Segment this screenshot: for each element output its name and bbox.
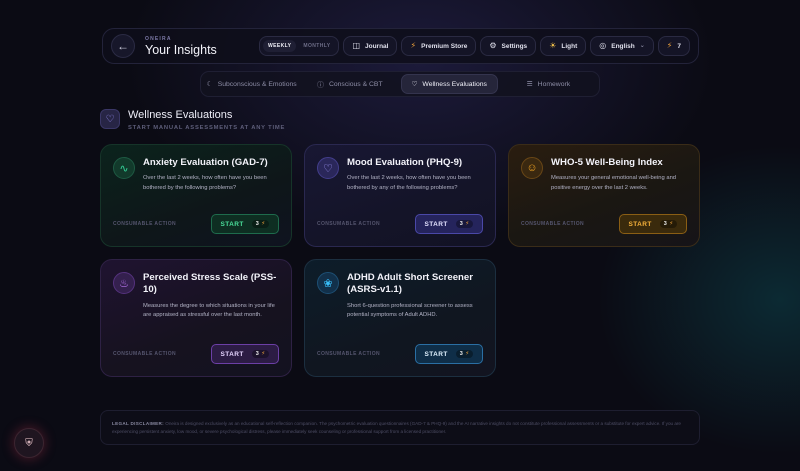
card-description: Over the last 2 weeks, how often have yo…	[143, 175, 267, 191]
top-header: ← ONEIRA Your Insights WEEKLY MONTHLY ◫ …	[102, 28, 699, 64]
start-label: START	[628, 220, 652, 228]
settings-button[interactable]: ⚙ Settings	[480, 36, 537, 56]
consumable-label: CONSUMABLE ACTION	[317, 221, 381, 227]
start-gad7-button[interactable]: START 3 ⚡	[211, 214, 279, 234]
pulse-icon: ∿	[113, 157, 135, 179]
consumable-label: CONSUMABLE ACTION	[317, 351, 381, 357]
card-title: Perceived Stress Scale (PSS-10)	[143, 272, 277, 296]
list-icon: ☰	[526, 81, 533, 88]
page-title: Your Insights	[145, 42, 217, 57]
settings-label: Settings	[501, 42, 528, 50]
bolt-icon: ⚡	[261, 221, 266, 227]
theme-toggle-button[interactable]: ☀ Light	[540, 36, 587, 56]
card-title: WHO-5 Well-Being Index	[551, 157, 663, 168]
cost-badge: 3 ⚡	[455, 220, 474, 228]
tab-subconscious[interactable]: ☾ Subconscious & Emotions	[204, 74, 299, 94]
card-who5: ☺ WHO-5 Well-Being Index Measures your g…	[508, 144, 700, 247]
credits-count: 7	[677, 42, 681, 50]
bolt-icon: ⚡	[261, 351, 266, 357]
tab-label: Conscious & CBT	[328, 80, 383, 88]
tab-conscious[interactable]: ⓘ Conscious & CBT	[302, 74, 397, 94]
insight-tabs: ☾ Subconscious & Emotions ⓘ Conscious & …	[200, 71, 600, 97]
back-button[interactable]: ←	[111, 34, 135, 58]
start-label: START	[424, 220, 448, 228]
card-pss10: ♨ Perceived Stress Scale (PSS-10) Measur…	[100, 259, 292, 377]
bolt-icon: ⚡	[666, 41, 673, 50]
info-icon: ⓘ	[317, 82, 324, 89]
heart-pulse-icon: ♡	[100, 109, 120, 129]
tab-label: Homework	[537, 80, 571, 88]
arrow-left-icon: ←	[117, 39, 129, 53]
start-label: START	[220, 350, 244, 358]
bolt-icon: ⚡	[465, 351, 470, 357]
consumable-label: CONSUMABLE ACTION	[113, 351, 177, 357]
theme-label: Light	[561, 42, 578, 50]
bolt-icon: ⚡	[465, 221, 470, 227]
header-actions: WEEKLY MONTHLY ◫ Journal ⚡ Premium Store…	[259, 36, 690, 56]
section-title: Wellness Evaluations	[128, 109, 233, 121]
tab-wellness[interactable]: ♡ Wellness Evaluations	[400, 74, 498, 94]
bolt-icon: ⚡	[669, 221, 674, 227]
smile-icon: ☺	[521, 157, 543, 179]
journal-label: Journal	[365, 42, 389, 50]
card-phq9: ♡ Mood Evaluation (PHQ-9) Over the last …	[304, 144, 496, 247]
tab-label: Wellness Evaluations	[422, 80, 487, 88]
legal-disclaimer: LEGAL DISCLAIMER: Oneira is designed exc…	[100, 410, 700, 445]
start-who5-button[interactable]: START 3 ⚡	[619, 214, 687, 234]
start-label: START	[220, 220, 244, 228]
language-select[interactable]: ◎ English ⌄	[590, 36, 654, 56]
disclaimer-label: LEGAL DISCLAIMER:	[112, 421, 164, 426]
tab-label: Subconscious & Emotions	[217, 80, 297, 88]
heart-pulse-icon: ♡	[317, 157, 339, 179]
book-icon: ◫	[352, 41, 360, 50]
period-toggle: WEEKLY MONTHLY	[259, 36, 340, 56]
credits-badge[interactable]: ⚡ 7	[657, 36, 690, 56]
consumable-label: CONSUMABLE ACTION	[113, 221, 177, 227]
shield-icon: ⛨	[25, 437, 33, 449]
journal-button[interactable]: ◫ Journal	[343, 36, 398, 56]
chevron-down-icon: ⌄	[639, 43, 645, 49]
moon-icon: ☾	[206, 81, 213, 88]
cost-badge: 3 ⚡	[455, 350, 474, 358]
toggle-monthly[interactable]: MONTHLY	[298, 40, 335, 52]
card-asrs: ❀ ADHD Adult Short Screener (ASRS-v1.1) …	[304, 259, 496, 377]
heart-icon: ♡	[411, 81, 418, 88]
safety-shield-button[interactable]: ⛨	[14, 428, 44, 458]
cost-badge: 3 ⚡	[659, 220, 678, 228]
section-heading: ♡ Wellness Evaluations START MANUAL ASSE…	[100, 109, 285, 131]
language-label: English	[611, 42, 635, 50]
card-gad7: ∿ Anxiety Evaluation (GAD-7) Over the la…	[100, 144, 292, 247]
cost-badge: 3 ⚡	[251, 350, 270, 358]
sun-icon: ☀	[549, 41, 557, 50]
tab-homework[interactable]: ☰ Homework	[501, 74, 596, 94]
card-description: Over the last 2 weeks, how often have yo…	[347, 175, 471, 191]
start-label: START	[424, 350, 448, 358]
disclaimer-text: Oneira is designed exclusively as an edu…	[112, 421, 681, 435]
gear-icon: ⚙	[489, 41, 497, 50]
consumable-label: CONSUMABLE ACTION	[521, 221, 585, 227]
brand-label: ONEIRA	[145, 35, 172, 42]
card-description: Measures your general emotional well-bei…	[551, 175, 677, 191]
card-description: Measures the degree to which situations …	[143, 302, 275, 319]
card-title: Anxiety Evaluation (GAD-7)	[143, 157, 268, 168]
title-block: ONEIRA Your Insights	[145, 36, 217, 57]
premium-label: Premium Store	[421, 42, 468, 50]
globe-icon: ◎	[599, 41, 607, 50]
start-phq9-button[interactable]: START 3 ⚡	[415, 214, 483, 234]
card-title: ADHD Adult Short Screener (ASRS-v1.1)	[347, 272, 473, 296]
brain-icon: ❀	[317, 272, 339, 294]
start-asrs-button[interactable]: START 3 ⚡	[415, 344, 483, 364]
section-subtitle: START MANUAL ASSESSMENTS AT ANY TIME	[128, 125, 286, 131]
premium-store-button[interactable]: ⚡ Premium Store	[401, 36, 477, 56]
cost-badge: 3 ⚡	[251, 220, 270, 228]
flame-icon: ♨	[113, 272, 135, 294]
start-pss10-button[interactable]: START 3 ⚡	[211, 344, 279, 364]
card-description: Short 6-question professional screener t…	[347, 302, 473, 319]
toggle-weekly[interactable]: WEEKLY	[263, 40, 297, 52]
bolt-icon: ⚡	[410, 41, 417, 50]
card-title: Mood Evaluation (PHQ-9)	[347, 157, 463, 168]
